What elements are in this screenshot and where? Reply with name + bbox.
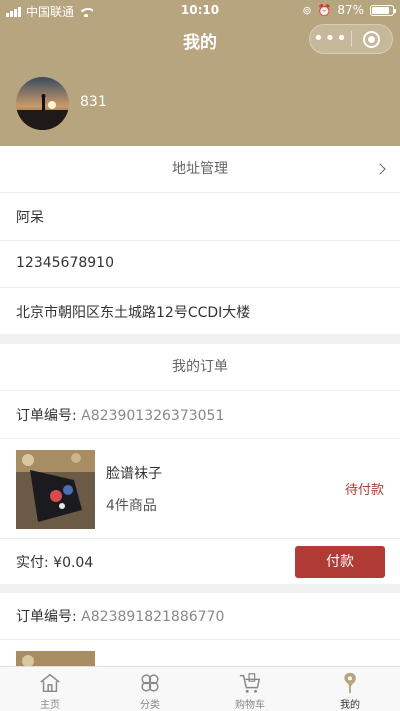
category-icon	[141, 674, 159, 692]
orders-card: 我的订单 订单编号: A823901326373051 脸谱袜子 4件商品 待付…	[0, 344, 400, 584]
second-order-card: 订单编号: A823891821886770	[0, 593, 400, 666]
tab-bar: 主页 分类 购物车 我的	[0, 666, 400, 711]
miniprogram-capsule: •••	[309, 24, 393, 54]
paid-label: 实付:	[16, 555, 49, 571]
profile-icon	[344, 672, 356, 694]
tab-category[interactable]: 分类	[100, 667, 200, 711]
battery-icon	[370, 4, 396, 16]
product-name: 脸谱袜子	[106, 466, 162, 482]
address-name-row: 阿呆	[0, 192, 400, 240]
orientation-lock-icon: ⊚	[302, 3, 312, 17]
order-number-row: 订单编号: A823891821886770	[0, 593, 400, 639]
tab-label: 我的	[340, 700, 360, 711]
home-icon	[40, 673, 60, 693]
tab-home[interactable]: 主页	[0, 667, 100, 711]
username: 831	[80, 94, 107, 110]
address-management-row[interactable]: 地址管理	[0, 146, 400, 192]
orders-title: 我的订单	[172, 359, 228, 375]
recipient-name: 阿呆	[16, 210, 44, 226]
tab-profile[interactable]: 我的	[300, 667, 400, 711]
close-miniprogram-button[interactable]	[352, 30, 392, 48]
address-management-title: 地址管理	[172, 161, 228, 177]
recipient-phone: 12345678910	[16, 255, 114, 271]
order-number-label: 订单编号:	[16, 609, 77, 625]
status-bar: 中国联通 10:10 ⊚ ⏰ 87%	[0, 0, 400, 22]
avatar[interactable]	[16, 77, 69, 130]
recipient-address: 北京市朝阳区东土城路12号CCDI大楼	[16, 305, 251, 321]
address-detail-row: 北京市朝阳区东土城路12号CCDI大楼	[0, 287, 400, 334]
order-number-label: 订单编号:	[16, 408, 77, 424]
order-product-row[interactable]	[0, 639, 400, 666]
order-product-row[interactable]: 脸谱袜子 4件商品 待付款	[0, 438, 400, 538]
pay-button[interactable]: 付款	[295, 546, 385, 578]
order-number: A823901326373051	[81, 408, 225, 424]
product-thumbnail[interactable]	[16, 651, 95, 666]
paid-amount: ¥0.04	[53, 555, 94, 571]
orders-title-row: 我的订单	[0, 344, 400, 390]
tab-label: 主页	[40, 700, 60, 711]
tab-label: 购物车	[235, 700, 265, 711]
address-card: 地址管理 阿呆 12345678910 北京市朝阳区东土城路12号CCDI大楼	[0, 146, 400, 334]
order-status: 待付款	[344, 483, 384, 498]
order-number: A823891821886770	[81, 609, 225, 625]
product-thumbnail[interactable]	[16, 450, 95, 529]
order-payment-row: 实付: ¥0.04 付款	[0, 538, 400, 584]
product-count: 4件商品	[106, 498, 157, 514]
cart-icon	[239, 673, 261, 693]
tab-cart[interactable]: 购物车	[200, 667, 300, 711]
order-number-row: 订单编号: A823901326373051	[0, 390, 400, 438]
alarm-icon: ⏰	[317, 3, 332, 17]
more-menu-button[interactable]: •••	[310, 26, 351, 52]
target-icon	[363, 30, 381, 48]
profile-header: 中国联通 10:10 ⊚ ⏰ 87% 我的 ••• 831	[0, 0, 400, 146]
battery-percent: 87%	[337, 3, 364, 17]
address-phone-row: 12345678910	[0, 240, 400, 287]
tab-label: 分类	[140, 700, 160, 711]
